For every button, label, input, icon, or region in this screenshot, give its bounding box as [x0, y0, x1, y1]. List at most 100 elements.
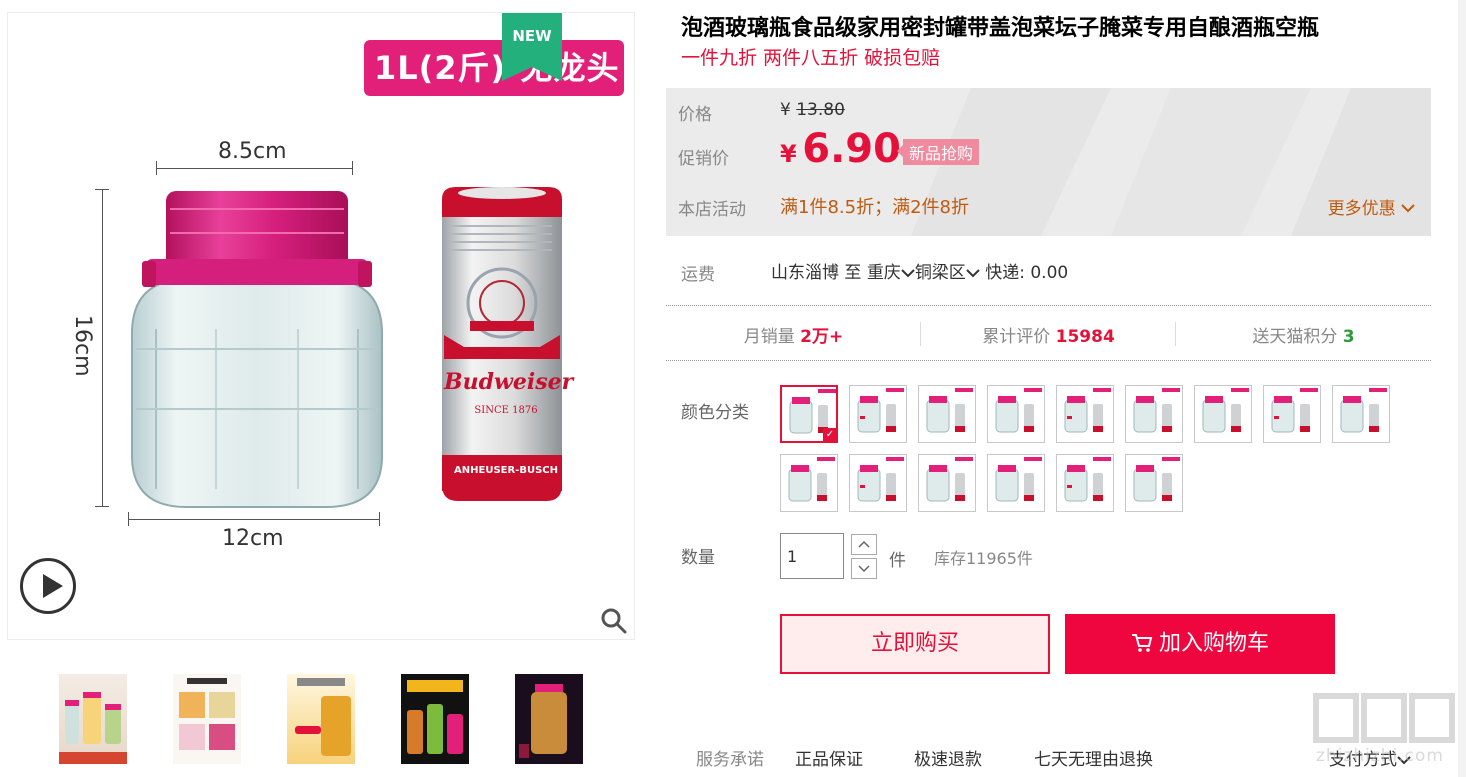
color-swatch[interactable] — [1332, 385, 1390, 443]
color-swatch[interactable] — [1125, 454, 1183, 512]
add-to-cart-button[interactable]: 加入购物车 — [1065, 614, 1335, 674]
thumbnail-5[interactable] — [515, 674, 583, 764]
chevron-down-icon — [1401, 204, 1415, 213]
dim-tick — [95, 189, 109, 190]
dim-tick — [379, 512, 380, 526]
color-swatch[interactable] — [1194, 385, 1252, 443]
swatch-thumbnail — [995, 457, 1042, 502]
dim-line-side — [102, 189, 103, 507]
color-swatch[interactable] — [918, 454, 976, 512]
product-page: 1L(2斤)-无龙头 NEW 8.5cm 16cm 12cm Budweiser… — [0, 0, 1466, 777]
quantity-unit: 件 — [889, 551, 906, 571]
monthly-sales: 月销量 2万+ — [666, 322, 921, 347]
color-swatch[interactable] — [918, 385, 976, 443]
swatch-thumbnail — [857, 388, 904, 433]
dim-label-side: 16cm — [70, 315, 95, 377]
swatch-thumbnail — [1340, 388, 1387, 433]
color-swatch[interactable] — [849, 385, 907, 443]
thumbnail-2[interactable] — [173, 674, 241, 764]
more-deals-link[interactable]: 更多优惠 — [1328, 194, 1415, 219]
total-reviews-value: 15984 — [1055, 327, 1115, 347]
watermark-logo — [1313, 693, 1455, 743]
dim-tick — [156, 161, 157, 175]
thumbnail-jars-image — [59, 692, 127, 764]
quantity-label: 数量 — [681, 548, 715, 568]
video-play-icon[interactable] — [20, 558, 76, 614]
promo-tag: 新品抢购 — [896, 139, 980, 165]
thumbnail-dark-jar-image — [519, 684, 567, 758]
stock-count: 库存11965件 — [934, 549, 1033, 568]
shipping-label: 运费 — [681, 265, 715, 285]
currency-symbol: ¥ — [780, 100, 791, 120]
monthly-sales-label: 月销量 — [743, 327, 795, 347]
swatch-thumbnail — [995, 388, 1042, 433]
promo-price: ¥ 6.90 — [780, 126, 901, 172]
color-swatch[interactable] — [1125, 385, 1183, 443]
swatch-thumbnail — [788, 457, 835, 502]
tmall-points-value: 3 — [1342, 327, 1355, 347]
size-banner: 1L(2斤)-无龙头 — [364, 40, 624, 96]
thumbnail-4[interactable] — [401, 674, 469, 764]
dim-label-bottom: 12cm — [222, 526, 284, 551]
dim-tick — [352, 161, 353, 175]
promo-currency-symbol: ¥ — [780, 140, 797, 168]
swatch-thumbnail — [926, 388, 973, 433]
quantity-increment-button[interactable] — [851, 534, 877, 555]
thumbnail-spigot-image — [295, 678, 351, 756]
scrollbar[interactable] — [1458, 0, 1466, 777]
color-swatch[interactable] — [849, 454, 907, 512]
thumbnail-collage-image — [179, 678, 235, 750]
swatch-thumbnail — [926, 457, 973, 502]
zoom-icon[interactable] — [596, 603, 632, 639]
ship-district-select[interactable]: 铜梁区 — [915, 263, 980, 283]
promo-price-label: 促销价 — [678, 149, 729, 169]
ship-district: 铜梁区 — [914, 263, 966, 283]
chevron-down-icon — [966, 269, 980, 278]
thumbnail-1[interactable] — [59, 674, 127, 764]
service-item[interactable]: 正品保证 — [795, 745, 863, 770]
promo-price-value: 6.90 — [802, 126, 901, 172]
dim-line-top — [156, 168, 352, 169]
original-price-value: 13.80 — [796, 100, 845, 120]
service-item[interactable]: 七天无理由退换 — [1034, 745, 1153, 770]
ship-method: 快递: 0.00 — [985, 263, 1069, 283]
color-swatch[interactable] — [1056, 385, 1114, 443]
thumbnail-strip — [59, 674, 619, 764]
color-swatch[interactable] — [1056, 454, 1114, 512]
beer-can-illustration — [442, 187, 562, 501]
color-swatch[interactable] — [1263, 385, 1321, 443]
tmall-points-label: 送天猫积分 — [1252, 327, 1338, 347]
quantity-decrement-button[interactable] — [851, 558, 877, 579]
quantity-input[interactable] — [780, 533, 844, 579]
activity-text: 满1件8.5折；满2件8折 — [780, 197, 969, 218]
chevron-down-icon — [858, 565, 870, 573]
watermark: zhizhizhi.com — [1308, 688, 1460, 776]
divider — [666, 305, 1431, 306]
total-reviews[interactable]: 累计评价 15984 — [921, 322, 1176, 347]
service-item[interactable]: 极速退款 — [914, 745, 982, 770]
stats-row: 月销量 2万+ 累计评价 15984 送天猫积分 3 — [666, 318, 1431, 348]
color-swatch[interactable] — [987, 454, 1045, 512]
swatch-thumbnail — [1202, 388, 1249, 433]
thumbnail-3[interactable] — [287, 674, 355, 764]
dim-label-top: 8.5cm — [218, 139, 287, 164]
product-subtitle: 一件九折 两件八五折 破损包赔 — [681, 47, 941, 69]
swatch-thumbnail — [857, 457, 904, 502]
cart-icon — [1131, 634, 1153, 652]
color-swatch[interactable] — [987, 385, 1045, 443]
swatch-thumbnail — [1064, 457, 1111, 502]
dim-tick — [128, 512, 129, 526]
new-badge: NEW — [502, 13, 562, 81]
color-swatch[interactable]: ✓ — [780, 385, 838, 443]
color-swatch[interactable] — [780, 454, 838, 512]
ship-to-word: 至 — [844, 263, 862, 283]
ship-from: 山东淄博 — [771, 263, 839, 283]
can-brand-text: Budweiser — [444, 369, 574, 395]
activity-label: 本店活动 — [678, 200, 746, 220]
more-deals-label: 更多优惠 — [1327, 199, 1396, 219]
buy-now-button[interactable]: 立即购买 — [780, 614, 1050, 674]
service-label: 服务承诺 — [696, 750, 764, 770]
main-product-image[interactable]: 1L(2斤)-无龙头 NEW 8.5cm 16cm 12cm Budweiser… — [7, 12, 635, 640]
price-panel: 价格 ¥ 13.80 促销价 ¥ 6.90 新品抢购 本店活动 满1件8.5折；… — [666, 88, 1431, 236]
ship-city-select[interactable]: 重庆 — [867, 263, 915, 283]
